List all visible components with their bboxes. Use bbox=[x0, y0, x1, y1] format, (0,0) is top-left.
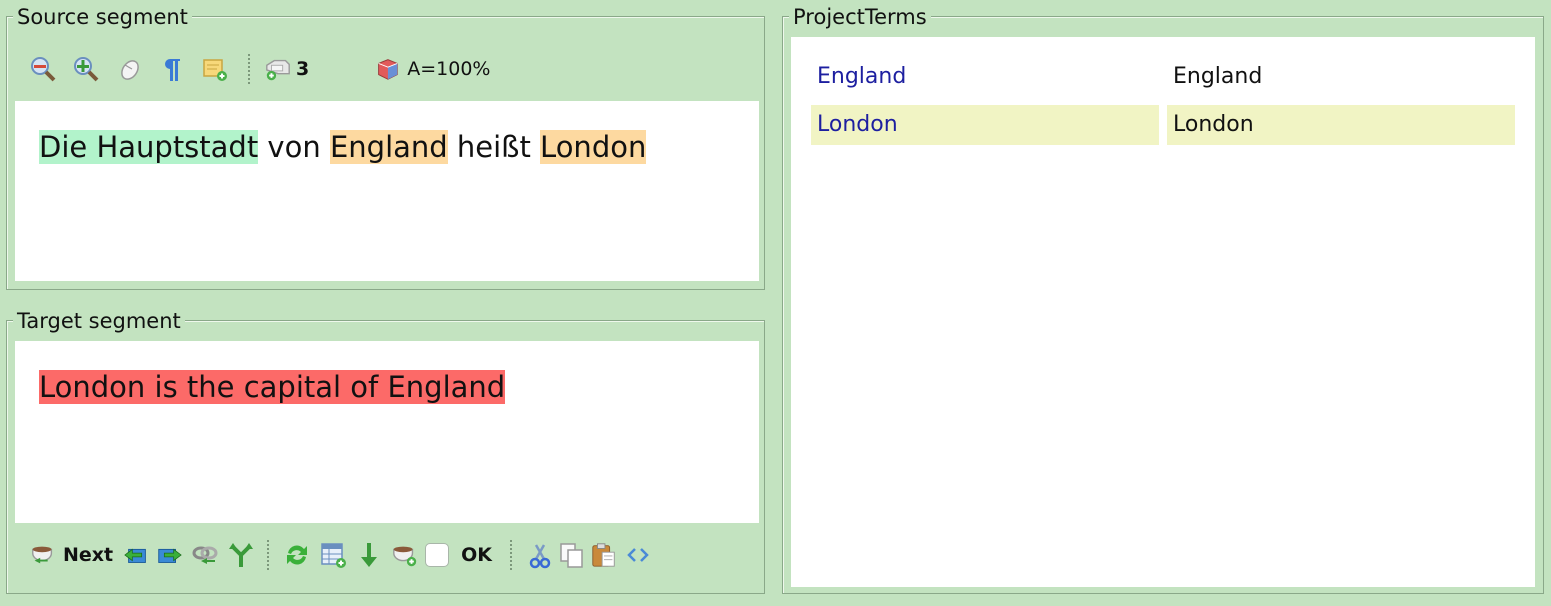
toolbar-separator bbox=[267, 540, 270, 570]
term-highlight-london[interactable]: London bbox=[540, 130, 647, 164]
next-cup-icon[interactable] bbox=[29, 541, 57, 569]
term-row[interactable]: London London bbox=[811, 105, 1517, 145]
matched-phrase: Die Hauptstadt bbox=[39, 130, 259, 164]
ok-label: OK bbox=[461, 544, 493, 566]
toolbar-separator bbox=[248, 54, 250, 84]
term-target: London bbox=[1167, 105, 1515, 145]
source-text: Die Hauptstadt von England heißt London bbox=[39, 127, 647, 167]
copy-icon[interactable] bbox=[558, 541, 586, 569]
mouse-icon[interactable] bbox=[115, 55, 143, 83]
tag-count: 3 bbox=[296, 58, 310, 80]
source-word: heißt bbox=[447, 130, 541, 164]
terms-list: England England London London bbox=[791, 37, 1535, 587]
target-toolbar: Next OK bbox=[29, 531, 667, 579]
term-highlight-england[interactable]: England bbox=[329, 130, 448, 164]
table-add-icon[interactable] bbox=[319, 541, 347, 569]
source-segment-title: Source segment bbox=[13, 5, 192, 29]
ok-checkbox[interactable] bbox=[425, 543, 450, 567]
term-source: England bbox=[817, 64, 907, 89]
merge-icon[interactable] bbox=[227, 541, 255, 569]
previous-segment-icon[interactable] bbox=[123, 541, 151, 569]
pilcrow-icon[interactable] bbox=[158, 55, 186, 83]
arrow-down-icon[interactable] bbox=[355, 541, 383, 569]
link-icon[interactable] bbox=[191, 541, 219, 569]
source-text-area[interactable]: Die Hauptstadt von England heißt London bbox=[15, 101, 759, 281]
toolbar-separator bbox=[510, 540, 513, 570]
project-terms-panel: ProjectTerms England England London Lond… bbox=[782, 5, 1544, 594]
target-text: London is the capital of England bbox=[39, 367, 506, 407]
source-segment-panel: Source segment 3 A=100% Die Hauptstadt v… bbox=[6, 5, 765, 290]
refresh-icon[interactable] bbox=[283, 541, 311, 569]
add-note-icon[interactable] bbox=[201, 55, 229, 83]
term-row[interactable]: England England bbox=[811, 57, 1517, 97]
target-segment-panel: Target segment London is the capital of … bbox=[6, 309, 765, 594]
cut-icon[interactable] bbox=[526, 541, 554, 569]
source-toolbar: 3 A=100% bbox=[29, 45, 490, 93]
project-terms-title: ProjectTerms bbox=[789, 5, 931, 29]
next-button[interactable]: Next bbox=[63, 544, 113, 566]
zoom-out-icon[interactable] bbox=[29, 55, 57, 83]
target-segment-title: Target segment bbox=[13, 309, 185, 333]
paste-icon[interactable] bbox=[590, 541, 618, 569]
match-percentage: A=100% bbox=[407, 58, 491, 80]
add-cup-icon[interactable] bbox=[391, 541, 419, 569]
term-source: London bbox=[811, 105, 1159, 145]
zoom-in-icon[interactable] bbox=[72, 55, 100, 83]
match-icon[interactable] bbox=[373, 55, 401, 83]
target-text-area[interactable]: London is the capital of England bbox=[15, 341, 759, 523]
term-target: England bbox=[1173, 64, 1263, 89]
tag-brackets-icon[interactable] bbox=[624, 541, 652, 569]
target-translation: London is the capital of England bbox=[39, 370, 506, 404]
tags-icon[interactable] bbox=[264, 55, 292, 83]
next-segment-icon[interactable] bbox=[155, 541, 183, 569]
source-word: von bbox=[258, 130, 330, 164]
